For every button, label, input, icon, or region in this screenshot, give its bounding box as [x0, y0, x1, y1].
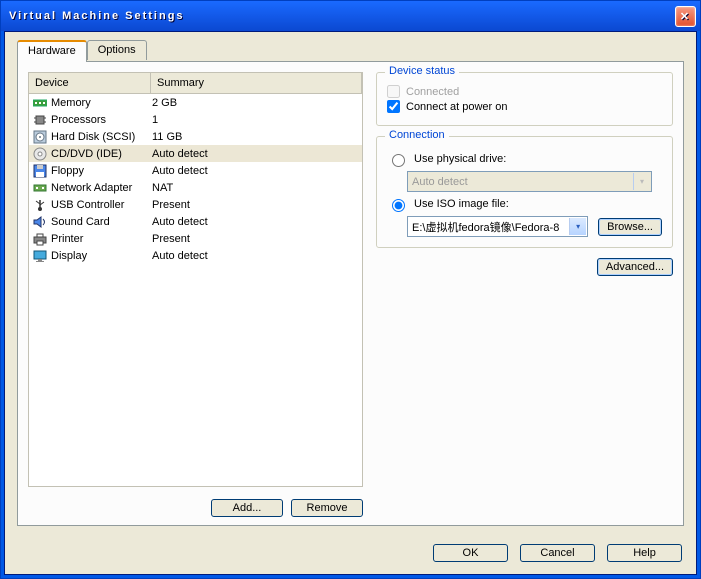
device-summary: Auto detect — [150, 165, 362, 177]
tabstrip: Hardware Options — [17, 40, 684, 60]
table-row[interactable]: FloppyAuto detect — [29, 162, 362, 179]
device-name: Sound Card — [51, 216, 150, 228]
help-button[interactable]: Help — [607, 544, 682, 562]
col-device[interactable]: Device — [29, 73, 151, 93]
table-row[interactable]: Hard Disk (SCSI)11 GB — [29, 128, 362, 145]
close-button[interactable]: ✕ — [675, 6, 696, 27]
checkbox-connected-input — [387, 85, 400, 98]
cpu-icon — [32, 113, 48, 127]
device-summary: NAT — [150, 182, 362, 194]
printer-icon — [32, 232, 48, 246]
table-row[interactable]: USB ControllerPresent — [29, 196, 362, 213]
table-row[interactable]: CD/DVD (IDE)Auto detect — [29, 145, 362, 162]
device-list[interactable]: Memory2 GBProcessors1Hard Disk (SCSI)11 … — [29, 94, 362, 264]
table-row[interactable]: Processors1 — [29, 111, 362, 128]
checkbox-connected: Connected — [387, 85, 662, 98]
device-summary: 2 GB — [150, 97, 362, 109]
ok-button[interactable]: OK — [433, 544, 508, 562]
device-summary: Auto detect — [150, 250, 362, 262]
window-frame: Virtual Machine Settings ✕ Hardware Opti… — [0, 0, 701, 579]
device-name: Hard Disk (SCSI) — [51, 131, 150, 143]
cd-icon — [32, 147, 48, 161]
device-name: Display — [51, 250, 150, 262]
chevron-down-icon: ▾ — [633, 173, 650, 190]
device-list-pane: Device Summary Memory2 GBProcessors1Hard… — [28, 72, 363, 487]
advanced-button[interactable]: Advanced... — [597, 258, 673, 276]
dialog-buttons: OK Cancel Help — [433, 544, 682, 562]
device-name: Memory — [51, 97, 150, 109]
net-icon — [32, 181, 48, 195]
device-summary: Present — [150, 233, 362, 245]
right-pane: Device status Connected Connect at power… — [376, 72, 673, 515]
close-icon: ✕ — [680, 10, 691, 23]
checkbox-poweron[interactable]: Connect at power on — [387, 100, 662, 113]
combo-physical-drive: Auto detect ▾ — [407, 171, 652, 192]
iso-path-text: E:\虚拟机fedora镜像\Fedora-8 — [412, 219, 559, 235]
remove-button[interactable]: Remove — [291, 499, 363, 517]
combo-iso-file[interactable]: E:\虚拟机fedora镜像\Fedora-8 ▾ — [407, 216, 588, 237]
disk-icon — [32, 130, 48, 144]
device-name: Network Adapter — [51, 182, 150, 194]
group-device-status: Device status Connected Connect at power… — [376, 72, 673, 126]
radio-physical[interactable]: Use physical drive: — [387, 151, 662, 167]
floppy-icon — [32, 164, 48, 178]
device-name: Floppy — [51, 165, 150, 177]
radio-iso-input[interactable] — [392, 199, 405, 212]
titlebar: Virtual Machine Settings ✕ — [1, 1, 700, 31]
col-summary[interactable]: Summary — [151, 73, 362, 93]
group-connection: Connection Use physical drive: Auto dete… — [376, 136, 673, 248]
table-row[interactable]: Network AdapterNAT — [29, 179, 362, 196]
list-header: Device Summary — [29, 73, 362, 94]
radio-physical-input[interactable] — [392, 154, 405, 167]
iso-row: E:\虚拟机fedora镜像\Fedora-8 ▾ Browse... — [407, 216, 662, 237]
table-row[interactable]: Sound CardAuto detect — [29, 213, 362, 230]
usb-icon — [32, 198, 48, 212]
tab-body: Device Summary Memory2 GBProcessors1Hard… — [17, 61, 684, 526]
tab-options[interactable]: Options — [87, 40, 147, 60]
tabs-container: Hardware Options Device Summary Memory2 … — [17, 40, 684, 526]
group-title-connection: Connection — [385, 129, 449, 141]
device-name: USB Controller — [51, 199, 150, 211]
table-row[interactable]: PrinterPresent — [29, 230, 362, 247]
table-row[interactable]: DisplayAuto detect — [29, 247, 362, 264]
group-title-device-status: Device status — [385, 65, 459, 77]
memory-icon — [32, 96, 48, 110]
device-summary: Auto detect — [150, 148, 362, 160]
browse-button[interactable]: Browse... — [598, 218, 662, 236]
window-title: Virtual Machine Settings — [5, 10, 675, 22]
checkbox-poweron-input[interactable] — [387, 100, 400, 113]
device-summary: 11 GB — [150, 131, 362, 143]
client-area: Hardware Options Device Summary Memory2 … — [4, 31, 697, 575]
tab-hardware[interactable]: Hardware — [17, 40, 87, 61]
radio-iso[interactable]: Use ISO image file: — [387, 196, 662, 212]
cancel-button[interactable]: Cancel — [520, 544, 595, 562]
sound-icon — [32, 215, 48, 229]
device-summary: Auto detect — [150, 216, 362, 228]
device-name: Processors — [51, 114, 150, 126]
device-name: Printer — [51, 233, 150, 245]
display-icon — [32, 249, 48, 263]
table-row[interactable]: Memory2 GB — [29, 94, 362, 111]
device-summary: 1 — [150, 114, 362, 126]
add-button[interactable]: Add... — [211, 499, 283, 517]
advanced-wrap: Advanced... — [376, 258, 673, 276]
list-buttons: Add... Remove — [28, 499, 363, 517]
device-name: CD/DVD (IDE) — [51, 148, 150, 160]
device-summary: Present — [150, 199, 362, 211]
chevron-down-icon[interactable]: ▾ — [569, 218, 586, 235]
